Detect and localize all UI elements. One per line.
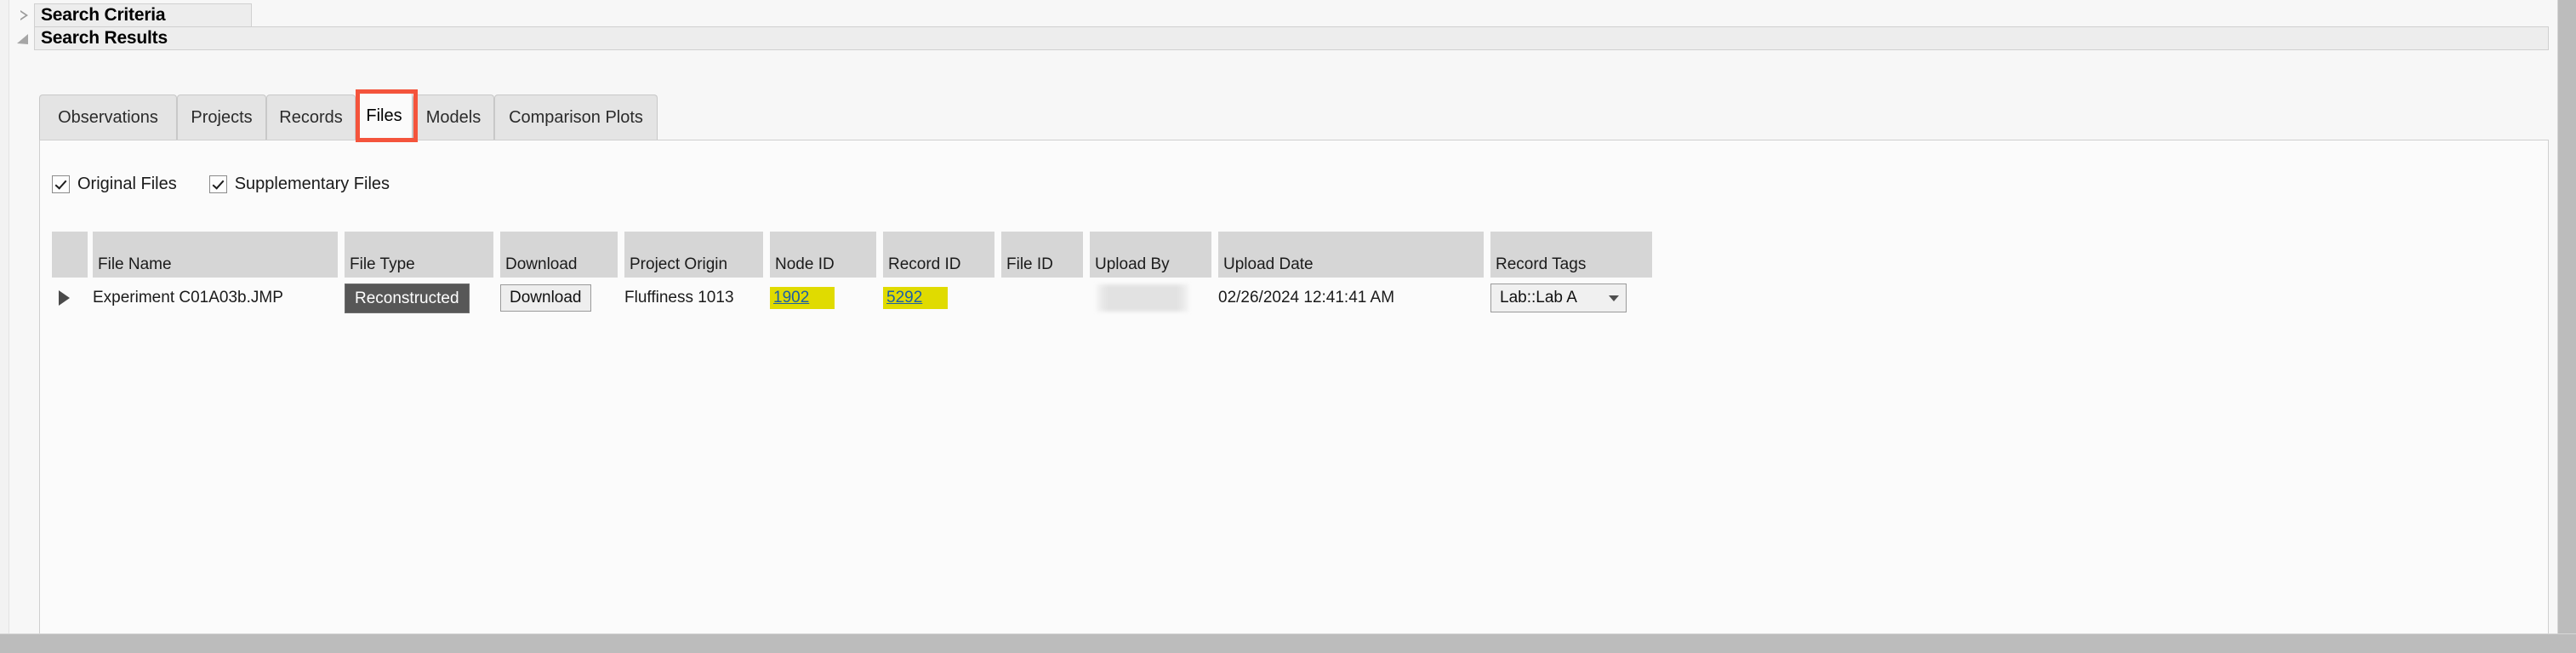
record-tags-dropdown[interactable]: Lab::Lab A bbox=[1490, 284, 1627, 312]
column-header-upload-by[interactable]: Upload By bbox=[1090, 232, 1211, 278]
vertical-scrollbar[interactable] bbox=[2557, 0, 2576, 633]
window-left-border bbox=[0, 0, 9, 633]
file-filter-row: Original Files Supplementary Files bbox=[52, 175, 390, 194]
node-id-link[interactable]: 1902 bbox=[773, 289, 809, 307]
tab-records[interactable]: Records bbox=[266, 95, 356, 140]
tab-projects[interactable]: Projects bbox=[177, 95, 266, 140]
column-header-label: Upload By bbox=[1095, 255, 1170, 273]
tab-label: Models bbox=[425, 108, 482, 127]
column-header-label: Download bbox=[505, 255, 578, 273]
search-results-title-box: Search Results bbox=[34, 26, 2549, 50]
column-header-download[interactable]: Download bbox=[500, 232, 618, 278]
tab-models[interactable]: Models bbox=[413, 95, 494, 140]
column-header-node-id[interactable]: Node ID bbox=[770, 232, 876, 278]
project-origin-text: Fluffiness 1013 bbox=[624, 289, 734, 306]
tab-files[interactable]: Files bbox=[356, 91, 413, 140]
cell-upload-by bbox=[1097, 278, 1188, 318]
cell-record-tags: Lab::Lab A bbox=[1490, 278, 1627, 318]
column-header-label: Node ID bbox=[775, 255, 835, 273]
checkbox-box-icon[interactable] bbox=[208, 175, 227, 193]
chevron-down-icon[interactable] bbox=[1609, 295, 1619, 301]
column-header-label: Record Tags bbox=[1496, 255, 1587, 273]
search-results-window: Search Criteria Search Results Observati… bbox=[0, 0, 2576, 653]
column-header-expander[interactable] bbox=[52, 232, 88, 278]
tab-label: Records bbox=[279, 108, 343, 127]
column-header-project-origin[interactable]: Project Origin bbox=[624, 232, 763, 278]
column-header-upload-date[interactable]: Upload Date bbox=[1218, 232, 1484, 278]
tab-comparison-plots[interactable]: Comparison Plots bbox=[494, 95, 658, 140]
column-header-file-type[interactable]: File Type bbox=[345, 232, 493, 278]
column-header-file-id[interactable]: File ID bbox=[1001, 232, 1083, 278]
tab-label: Projects bbox=[191, 108, 253, 127]
column-header-label: File Type bbox=[350, 255, 415, 273]
cell-record-id: 5292 bbox=[883, 278, 948, 318]
checkbox-box-icon[interactable] bbox=[52, 175, 70, 193]
section-header-search-criteria[interactable]: Search Criteria bbox=[15, 3, 252, 28]
column-header-label: Upload Date bbox=[1223, 255, 1314, 273]
row-expander-toggle[interactable] bbox=[52, 278, 88, 318]
column-header-file-name[interactable]: File Name bbox=[93, 232, 338, 278]
cell-node-id: 1902 bbox=[770, 278, 835, 318]
search-results-title: Search Results bbox=[41, 28, 168, 48]
tab-strip: Observations Projects Records Files Mode… bbox=[39, 91, 2549, 140]
record-id-link[interactable]: 5292 bbox=[886, 289, 922, 307]
chevron-right-icon[interactable] bbox=[59, 290, 70, 306]
node-id-highlight: 1902 bbox=[770, 287, 835, 309]
search-criteria-title: Search Criteria bbox=[41, 5, 166, 25]
checkbox-label: Original Files bbox=[77, 175, 177, 193]
files-tab-content: Original Files Supplementary Files File … bbox=[39, 140, 2549, 636]
cell-upload-date: 02/26/2024 12:41:41 AM bbox=[1218, 278, 1394, 318]
upload-date-text: 02/26/2024 12:41:41 AM bbox=[1218, 289, 1395, 306]
horizontal-scrollbar-thumb[interactable] bbox=[0, 636, 12, 651]
checkbox-original-files[interactable]: Original Files bbox=[52, 175, 177, 194]
tab-label: Comparison Plots bbox=[509, 108, 643, 127]
cell-file-type: Reconstructed bbox=[345, 278, 470, 318]
search-criteria-title-box: Search Criteria bbox=[34, 3, 252, 27]
checkbox-supplementary-files[interactable]: Supplementary Files bbox=[208, 175, 390, 194]
horizontal-scrollbar[interactable] bbox=[0, 633, 2576, 653]
column-header-label: File Name bbox=[98, 255, 172, 273]
upload-by-redacted-value bbox=[1097, 284, 1188, 312]
column-header-label: Project Origin bbox=[630, 255, 728, 273]
record-tags-value: Lab::Lab A bbox=[1500, 289, 1577, 306]
file-name-text: Experiment C01A03b.JMP bbox=[93, 289, 283, 306]
column-header-record-id[interactable]: Record ID bbox=[883, 232, 994, 278]
tab-observations[interactable]: Observations bbox=[39, 95, 177, 140]
column-header-label: File ID bbox=[1006, 255, 1053, 273]
checkbox-label: Supplementary Files bbox=[234, 175, 390, 193]
cell-file-name[interactable]: Experiment C01A03b.JMP bbox=[93, 278, 283, 318]
column-header-label: Record ID bbox=[888, 255, 961, 273]
tab-label: Observations bbox=[58, 108, 158, 127]
download-button[interactable]: Download bbox=[500, 284, 591, 312]
disclosure-triangle-expanded-icon[interactable] bbox=[15, 31, 31, 46]
disclosure-triangle-collapsed-icon[interactable] bbox=[15, 8, 31, 23]
file-type-badge: Reconstructed bbox=[345, 283, 470, 313]
cell-project-origin: Fluffiness 1013 bbox=[624, 278, 734, 318]
tab-label: Files bbox=[366, 106, 402, 125]
column-header-record-tags[interactable]: Record Tags bbox=[1490, 232, 1652, 278]
section-header-search-results[interactable]: Search Results bbox=[15, 26, 2549, 51]
cell-download: Download bbox=[500, 278, 591, 318]
results-tab-panel: Observations Projects Records Files Mode… bbox=[39, 89, 2549, 636]
record-id-highlight: 5292 bbox=[883, 287, 948, 309]
